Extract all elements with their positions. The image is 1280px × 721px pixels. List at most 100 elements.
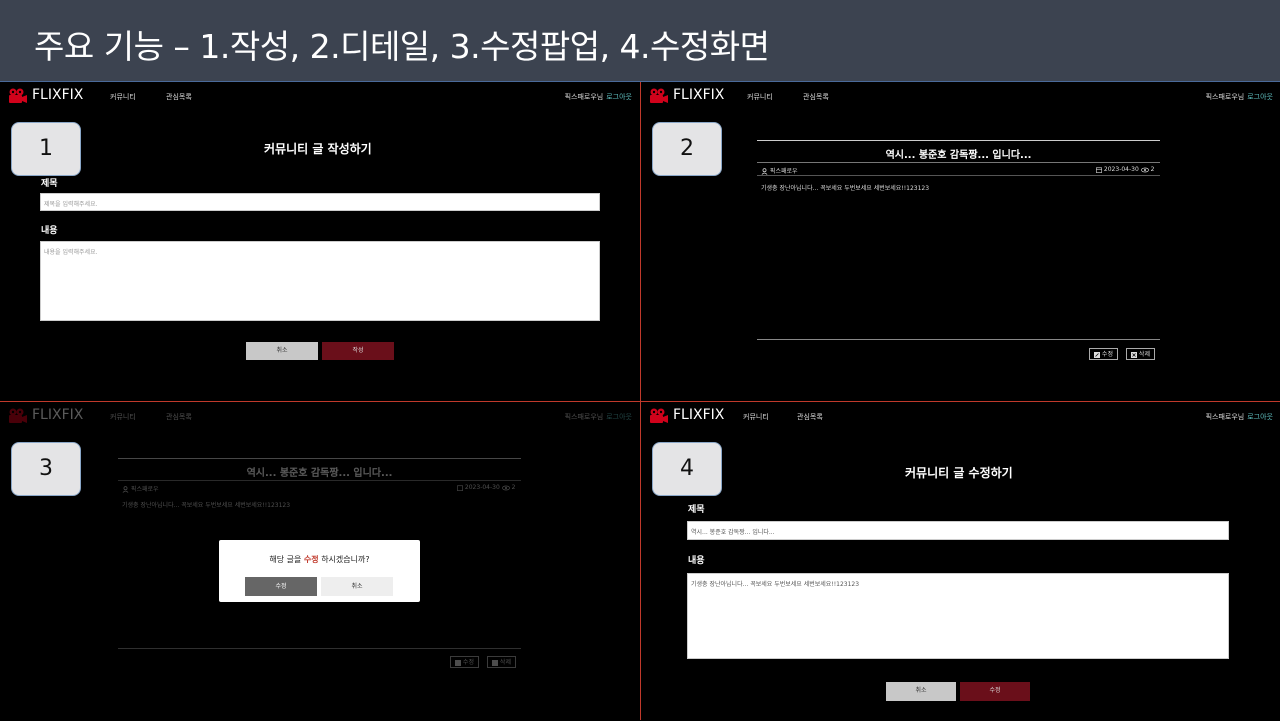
nav-user: 픽스패로우님 로그아웃 [565, 412, 632, 422]
logout-link[interactable]: 로그아웃 [1247, 413, 1273, 421]
nav-community[interactable]: 커뮤니티 [747, 92, 773, 102]
nav-watchlist[interactable]: 관심목록 [803, 92, 829, 102]
modal-confirm-button[interactable]: 수정 [245, 577, 317, 596]
edit-label: 수정 [462, 659, 474, 666]
cancel-button[interactable]: 취소 [886, 682, 956, 701]
panel-edit: FLIXFIX 커뮤니티 관심목록 픽스패로우님 로그아웃 4 커뮤니티 글 수정… [641, 402, 1280, 721]
divider [118, 458, 521, 459]
panel-edit-popup: FLIXFIX 커뮤니티 관심목록 픽스패로우님 로그아웃 역시... 봉준호 감… [0, 402, 640, 721]
step-badge: 4 [652, 442, 722, 496]
step-badge: 2 [652, 122, 722, 176]
logo-text[interactable]: FLIXFIX [673, 407, 724, 423]
form-title: 커뮤니티 글 수정하기 [905, 466, 1013, 480]
logo-text[interactable]: FLIXFIX [673, 87, 724, 103]
panel-detail: FLIXFIX 커뮤니티 관심목록 픽스패로우님 로그아웃 2 역시... 봉준호… [641, 82, 1280, 401]
logout-link[interactable]: 로그아웃 [606, 93, 632, 101]
post-meta: 2023-04-30 2 [457, 484, 515, 491]
close-box-icon [492, 659, 498, 666]
modal-prefix: 해당 글을 [269, 555, 304, 564]
post-meta: 2023-04-30 2 [1096, 166, 1154, 173]
camera-logo-icon[interactable] [649, 88, 669, 104]
edit-icon [1094, 351, 1100, 358]
camera-logo-icon[interactable] [8, 88, 28, 104]
post-title: 역시... 봉준호 감독짱... 입니다... [246, 468, 393, 479]
modal-cancel-button[interactable]: 취소 [321, 577, 393, 596]
nav-watchlist: 관심목록 [166, 413, 192, 421]
panel-write: FLIXFIX 커뮤니티 관심목록 픽스패로우님 로그아웃 1 커뮤니티 글 작성… [0, 82, 640, 401]
post-content: 기생충 장난아닙니다... 꼭보세요 두번보세요 세번보세요!!123123 [122, 502, 291, 509]
slide-title: 주요 기능 – 1.작성, 2.디테일, 3.수정팝업, 4.수정화면 [34, 27, 770, 66]
cancel-button[interactable]: 취소 [246, 342, 318, 360]
save-button[interactable]: 수정 [960, 682, 1030, 701]
camera-logo-icon [9, 408, 27, 423]
logo-text[interactable]: FLIXFIX [32, 87, 83, 103]
modal-message: 해당 글을 수정 하시겠습니까? [219, 554, 420, 565]
nav-watchlist[interactable]: 관심목록 [166, 92, 192, 102]
post-content: 기생충 장난아닙니다... 꼭보세요 두번보세요 세번보세요!!123123 [761, 185, 930, 192]
confirm-modal: 해당 글을 수정 하시겠습니까? 수정 취소 [219, 540, 420, 602]
content-label: 내용 [41, 226, 58, 236]
calendar-icon [1096, 166, 1102, 173]
step-badge: 1 [11, 122, 81, 176]
close-box-icon [1131, 351, 1137, 358]
eye-icon [1140, 167, 1149, 172]
edit-label: 수정 [1101, 351, 1113, 358]
logout-link[interactable]: 로그아웃 [1247, 93, 1273, 101]
title-label: 제목 [41, 179, 58, 189]
modal-suffix: 하시겠습니까? [318, 555, 370, 564]
slide-header: 주요 기능 – 1.작성, 2.디테일, 3.수정팝업, 4.수정화면 [0, 0, 1280, 82]
nav-user: 픽스패로우님 로그아웃 [565, 92, 632, 102]
divider [757, 175, 1160, 176]
navbar: FLIXFIX 커뮤니티 관심목록 픽스패로우님 로그아웃 [0, 82, 640, 112]
edit-button[interactable]: 수정 [1089, 348, 1118, 360]
camera-logo-icon[interactable] [649, 408, 669, 424]
post-views: 2 [1150, 166, 1155, 173]
nav-user: 픽스패로우님 로그아웃 [1206, 412, 1273, 422]
post-date: 2023-04-30 [1103, 166, 1139, 173]
edit-button: 수정 [450, 656, 479, 668]
user-icon [761, 168, 768, 175]
modal-highlight: 수정 [303, 555, 319, 564]
form-title: 커뮤니티 글 작성하기 [264, 142, 372, 156]
divider [118, 648, 521, 649]
divider [757, 140, 1160, 141]
post-date: 2023-04-30 [464, 484, 500, 491]
post-author: 픽스패로우 [761, 166, 798, 175]
author-name: 픽스패로우 [130, 486, 159, 493]
navbar: FLIXFIX 커뮤니티 관심목록 픽스패로우님 로그아웃 [641, 82, 1280, 112]
divider [118, 480, 521, 481]
post-views: 2 [511, 484, 516, 491]
user-name: 픽스패로우님 [564, 93, 604, 101]
nav-community[interactable]: 커뮤니티 [743, 412, 769, 422]
nav-watchlist[interactable]: 관심목록 [797, 412, 823, 422]
navbar: FLIXFIX 커뮤니티 관심목록 픽스패로우님 로그아웃 [641, 402, 1280, 432]
grid-divider-horizontal [0, 401, 1280, 402]
nav-user: 픽스패로우님 로그아웃 [1206, 92, 1273, 102]
submit-button[interactable]: 작성 [322, 342, 394, 360]
title-label: 제목 [688, 505, 705, 515]
user-icon [122, 486, 129, 493]
logout-link: 로그아웃 [606, 413, 632, 421]
logo-text: FLIXFIX [32, 407, 84, 423]
calendar-icon [457, 484, 463, 491]
content-textarea[interactable]: 내용을 입력해주세요. [40, 241, 600, 321]
delete-button[interactable]: 삭제 [1126, 348, 1155, 360]
post-author: 픽스패로우 [122, 484, 159, 493]
content-label: 내용 [688, 556, 705, 566]
edit-icon [455, 659, 461, 666]
navbar: FLIXFIX 커뮤니티 관심목록 픽스패로우님 로그아웃 [0, 402, 640, 432]
user-name: 픽스패로우님 [1205, 413, 1245, 421]
title-input[interactable]: 역시... 봉준호 감독짱... 입니다... [687, 521, 1229, 540]
title-input[interactable]: 제목을 입력해주세요. [40, 193, 600, 211]
step-badge: 3 [11, 442, 81, 496]
eye-icon [501, 485, 510, 490]
content-textarea[interactable]: 기생충 장난아닙니다... 꼭보세요 두번보세요 세번보세요!!123123 [687, 573, 1229, 659]
delete-label: 삭제 [499, 659, 511, 666]
nav-community: 커뮤니티 [110, 413, 136, 421]
delete-label: 삭제 [1138, 351, 1150, 358]
divider [757, 162, 1160, 163]
delete-button: 삭제 [487, 656, 516, 668]
user-name: 픽스패로우님 [564, 413, 604, 421]
divider [757, 339, 1160, 340]
nav-community[interactable]: 커뮤니티 [110, 92, 136, 102]
